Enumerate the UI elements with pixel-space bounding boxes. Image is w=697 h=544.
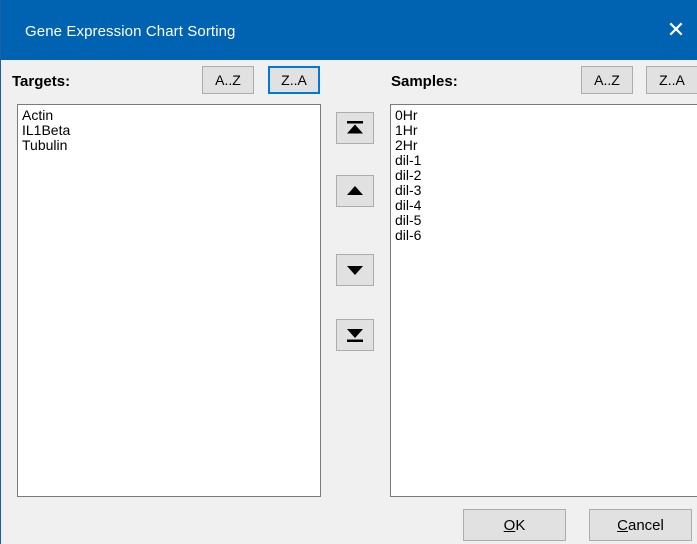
list-item[interactable]: 2Hr <box>395 138 697 153</box>
targets-label: Targets: <box>12 73 71 90</box>
move-to-top-icon <box>347 121 363 134</box>
cancel-label-rest: ancel <box>627 516 664 534</box>
cancel-button[interactable]: Cancel <box>589 509 692 541</box>
list-item[interactable]: dil-6 <box>395 228 697 243</box>
list-item[interactable]: Actin <box>22 108 320 123</box>
targets-sort-desc-button[interactable]: Z..A <box>268 66 320 94</box>
cancel-mnemonic: C <box>617 516 628 534</box>
targets-listbox[interactable]: Actin IL1Beta Tubulin <box>17 104 321 497</box>
samples-sort-desc-button[interactable]: Z..A <box>646 66 697 94</box>
ok-mnemonic: O <box>503 516 516 534</box>
samples-sort-asc-button[interactable]: A..Z <box>581 66 633 94</box>
list-item[interactable]: dil-3 <box>395 183 697 198</box>
ok-button[interactable]: OK <box>463 509 566 541</box>
close-button[interactable]: ✕ <box>654 14 697 46</box>
targets-sort-asc-button[interactable]: A..Z <box>202 66 254 94</box>
ok-label-rest: K <box>515 516 526 534</box>
samples-label: Samples: <box>391 73 458 90</box>
sorting-dialog: Gene Expression Chart Sorting ✕ Targets:… <box>0 0 697 544</box>
move-to-bottom-icon <box>347 329 363 342</box>
move-down-icon <box>347 266 363 275</box>
move-to-bottom-button[interactable] <box>336 319 374 351</box>
list-item[interactable]: Tubulin <box>22 138 320 153</box>
list-item[interactable]: 1Hr <box>395 123 697 138</box>
samples-listbox[interactable]: 0Hr 1Hr 2Hr dil-1 dil-2 dil-3 dil-4 dil-5 dil-6 <box>390 104 697 497</box>
list-item[interactable]: 0Hr <box>395 108 697 123</box>
list-item[interactable]: dil-2 <box>395 168 697 183</box>
move-down-button[interactable] <box>336 254 374 286</box>
move-up-icon <box>347 186 363 195</box>
move-up-button[interactable] <box>336 175 374 207</box>
title-bar: Gene Expression Chart Sorting ✕ <box>1 0 697 60</box>
window-title: Gene Expression Chart Sorting <box>25 23 236 40</box>
list-item[interactable]: dil-4 <box>395 198 697 213</box>
list-item[interactable]: IL1Beta <box>22 123 320 138</box>
list-item[interactable]: dil-1 <box>395 153 697 168</box>
close-icon: ✕ <box>666 17 686 42</box>
list-item[interactable]: dil-5 <box>395 213 697 228</box>
move-to-top-button[interactable] <box>336 112 374 144</box>
